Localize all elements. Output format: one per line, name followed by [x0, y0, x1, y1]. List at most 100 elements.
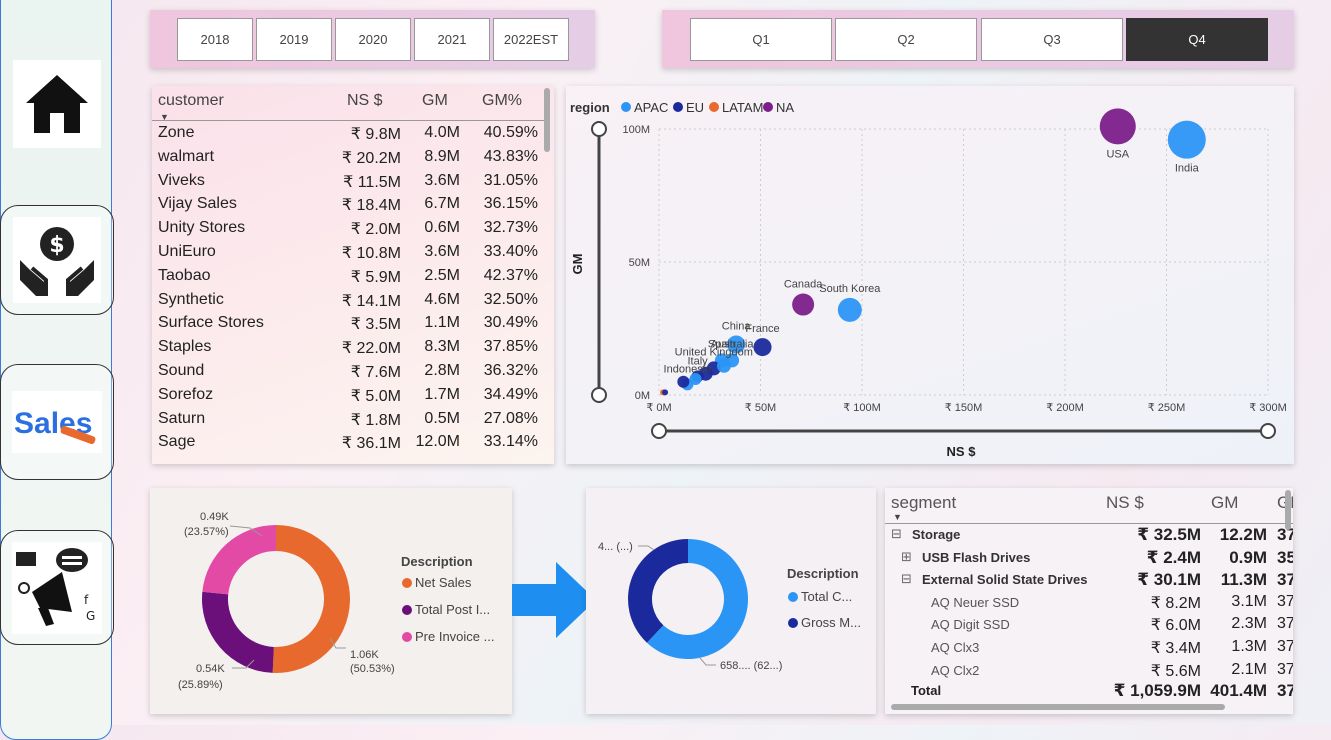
donut1-legend-title: Description: [401, 554, 473, 569]
quarter-button-q1[interactable]: Q1: [690, 18, 832, 61]
legend-marker-na[interactable]: [763, 102, 773, 112]
matrix-row[interactable]: AQ Clx3 ₹ 3.4M 1.3M 37: [885, 638, 1293, 660]
ns-cell: ₹ 32.5M: [1137, 525, 1201, 544]
collapse-icon[interactable]: ⊟: [891, 526, 902, 542]
header-ns[interactable]: NS $: [1106, 493, 1144, 513]
legend-label[interactable]: Net Sales: [415, 575, 472, 590]
matrix-row[interactable]: AQ Clx2 ₹ 5.6M 2.1M 37: [885, 661, 1293, 683]
matrix-row[interactable]: ⊞ USB Flash Drives ₹ 2.4M 0.9M 35: [885, 548, 1293, 570]
table-row[interactable]: Vijay Sales ₹ 18.4M 6.7M 36.15%: [152, 195, 544, 219]
gm-cell: 0.5M: [424, 409, 460, 427]
matrix-row[interactable]: ⊟ External Solid State Drives ₹ 30.1M 11.3M…: [885, 570, 1293, 592]
legend-marker[interactable]: [788, 592, 798, 602]
year-button-2020[interactable]: 2020: [335, 18, 411, 61]
header-customer[interactable]: customer: [158, 92, 224, 110]
customer-cell: Taobao: [158, 266, 211, 284]
year-button-2019[interactable]: 2019: [256, 18, 332, 61]
gm-percent-cell: 31.05%: [483, 171, 538, 189]
legend-label[interactable]: Gross M...: [801, 615, 861, 630]
header-ns[interactable]: NS $: [347, 92, 383, 110]
table-row[interactable]: Unity Stores ₹ 2.0M 0.6M 32.73%: [152, 219, 544, 243]
leader-line: [699, 657, 716, 666]
sales-breakdown-donut: 0.49K (23.57%) 1.06K (50.53%) 0.54K (25.…: [150, 488, 512, 714]
scatter-point[interactable]: [677, 375, 690, 388]
legend-label[interactable]: EU: [686, 100, 704, 115]
horizontal-scrollbar[interactable]: [891, 704, 1225, 710]
x-tick-label: ₹ 250M: [1148, 402, 1186, 414]
table-row[interactable]: Surface Stores ₹ 3.5M 1.1M 30.49%: [152, 314, 544, 338]
table-row[interactable]: walmart ₹ 20.2M 8.9M 43.83%: [152, 148, 544, 172]
x-slider-right-handle[interactable]: [1260, 423, 1276, 439]
slice-label-post-invoice-value: 0.54K: [196, 663, 225, 675]
table-row[interactable]: Zone ₹ 9.8M 4.0M 40.59%: [152, 124, 544, 148]
table-row[interactable]: Viveks ₹ 11.5M 3.6M 31.05%: [152, 172, 544, 196]
table-scrollbar[interactable]: [544, 88, 550, 152]
customer-cell: Synthetic: [158, 290, 224, 308]
legend-marker[interactable]: [402, 632, 412, 642]
year-button-2021[interactable]: 2021: [414, 18, 490, 61]
scatter-point[interactable]: [662, 389, 669, 396]
legend-label[interactable]: Total C...: [801, 589, 852, 604]
header-gm-percent[interactable]: GM%: [482, 92, 522, 110]
x-tick-label: ₹ 0M: [646, 402, 671, 414]
ns-cell: ₹ 7.6M: [350, 364, 401, 381]
donut-slice-net-sales[interactable]: [272, 525, 351, 673]
legend-marker-eu[interactable]: [673, 102, 683, 112]
year-slicer: 2018 2019 2020 2021 2022EST: [150, 10, 595, 68]
table-row[interactable]: Sorefoz ₹ 5.0M 1.7M 34.49%: [152, 386, 544, 410]
vertical-scrollbar[interactable]: [1285, 490, 1291, 530]
table-row[interactable]: Synthetic ₹ 14.1M 4.6M 32.50%: [152, 291, 544, 315]
header-gm[interactable]: GM: [1211, 493, 1238, 513]
scatter-point[interactable]: [716, 358, 731, 373]
legend-label[interactable]: Total Post I...: [415, 602, 490, 617]
legend-label[interactable]: NA: [776, 100, 794, 115]
header-gm[interactable]: GM: [422, 92, 448, 110]
finance-nav-button[interactable]: $: [0, 205, 114, 315]
legend-label[interactable]: Pre Invoice ...: [415, 629, 494, 644]
year-button-2018[interactable]: 2018: [177, 18, 253, 61]
y-tick-label: 0M: [635, 390, 650, 402]
donut-slice-total-post-i[interactable]: [202, 591, 274, 673]
table-row[interactable]: UniEuro ₹ 10.8M 3.6M 33.40%: [152, 243, 544, 267]
donut2-legend-title: Description: [787, 566, 859, 581]
matrix-row[interactable]: AQ Neuer SSD ₹ 8.2M 3.1M 37: [885, 593, 1293, 615]
slice-label-net-sales-value: 1.06K: [350, 649, 379, 661]
legend-marker[interactable]: [402, 578, 412, 588]
legend-label[interactable]: APAC: [634, 100, 668, 115]
scatter-point-usa[interactable]: [1099, 108, 1136, 145]
marketing-nav-button[interactable]: fG: [0, 530, 114, 645]
legend-marker-apac[interactable]: [621, 102, 631, 112]
year-button-2022est[interactable]: 2022EST: [493, 18, 569, 61]
home-nav-button[interactable]: [0, 46, 114, 162]
collapse-icon[interactable]: ⊟: [901, 571, 912, 587]
table-row[interactable]: Sage ₹ 36.1M 12.0M 33.14%: [152, 433, 544, 457]
table-row[interactable]: Taobao ₹ 5.9M 2.5M 42.37%: [152, 267, 544, 291]
quarter-button-q2[interactable]: Q2: [835, 18, 977, 61]
legend-label[interactable]: LATAM: [722, 100, 763, 115]
legend-marker[interactable]: [402, 605, 412, 615]
matrix-row[interactable]: AQ Digit SSD ₹ 6.0M 2.3M 37: [885, 615, 1293, 637]
legend-title: region: [570, 100, 610, 115]
scatter-point-india[interactable]: [1167, 120, 1206, 159]
scatter-point-france[interactable]: [753, 338, 772, 357]
scatter-point-canada[interactable]: [792, 293, 815, 316]
y-slider-top-handle[interactable]: [591, 121, 607, 137]
sales-nav-button[interactable]: Sales: [0, 364, 114, 480]
header-segment[interactable]: segment: [891, 493, 956, 513]
legend-marker[interactable]: [788, 618, 798, 628]
quarter-button-q4[interactable]: Q4: [1126, 18, 1268, 61]
ns-cell: ₹ 2.0M: [350, 221, 401, 239]
table-row[interactable]: Saturn ₹ 1.8M 0.5M 27.08%: [152, 410, 544, 434]
x-slider-left-handle[interactable]: [651, 423, 667, 439]
scatter-point-south-korea[interactable]: [837, 297, 862, 322]
matrix-row[interactable]: ⊟ Storage ₹ 32.5M 12.2M 37: [885, 525, 1293, 547]
point-label: USA: [1106, 148, 1129, 160]
segment-name: USB Flash Drives: [922, 549, 1031, 565]
table-row[interactable]: Staples ₹ 22.0M 8.3M 37.85%: [152, 338, 544, 362]
table-row[interactable]: Sound ₹ 7.6M 2.8M 36.32%: [152, 362, 544, 386]
expand-icon[interactable]: ⊞: [901, 549, 912, 565]
quarter-button-q3[interactable]: Q3: [981, 18, 1123, 61]
legend-marker-latam[interactable]: [709, 102, 719, 112]
y-slider-bottom-handle[interactable]: [591, 387, 607, 403]
donut-slice-gross-m[interactable]: [628, 539, 688, 643]
